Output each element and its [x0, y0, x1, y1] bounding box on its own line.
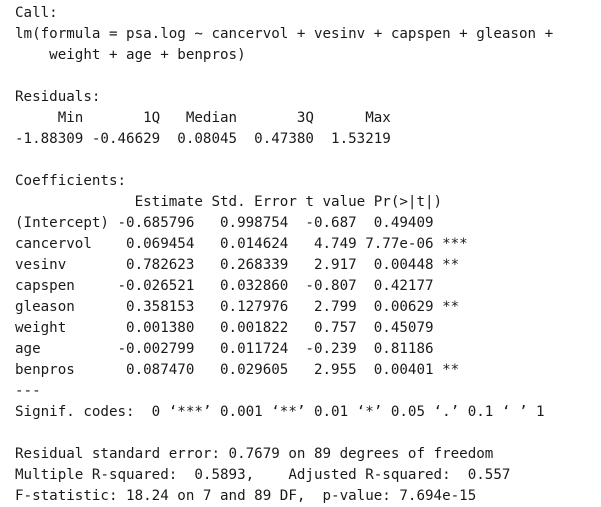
r-console-output: Call: lm(formula = psa.log ~ cancervol +… — [15, 3, 601, 507]
residuals-header: Min 1Q Median 3Q Max — [15, 110, 400, 126]
call-heading: Call: — [15, 5, 58, 21]
coefficient-row-capspen: capspen -0.026521 0.032860 -0.807 0.4217… — [15, 278, 468, 294]
residuals-heading: Residuals: — [15, 89, 101, 105]
r-squared-line: Multiple R-squared: 0.5893, Adjusted R-s… — [15, 467, 519, 483]
residual-standard-error: Residual standard error: 0.7679 on 89 de… — [15, 446, 494, 462]
residuals-values: -1.88309 -0.46629 0.08045 0.47380 1.5321… — [15, 131, 400, 147]
signif-codes-legend: Signif. codes: 0 ‘***’ 0.001 ‘**’ 0.01 ‘… — [15, 404, 545, 420]
coefficient-row-weight: weight 0.001380 0.001822 0.757 0.45079 — [15, 320, 468, 336]
f-statistic-line: F-statistic: 18.24 on 7 and 89 DF, p-val… — [15, 488, 477, 504]
coefficients-header: Estimate Std. Error t value Pr(>|t|) — [15, 194, 477, 210]
coefficient-row-intercept: (Intercept) -0.685796 0.998754 -0.687 0.… — [15, 215, 468, 231]
coefficient-row-cancervol: cancervol 0.069454 0.014624 4.749 7.77e-… — [15, 236, 468, 252]
call-formula-line-1: lm(formula = psa.log ~ cancervol + vesin… — [15, 26, 554, 42]
coefficient-row-gleason: gleason 0.358153 0.127976 2.799 0.00629 … — [15, 299, 468, 315]
coefficient-row-age: age -0.002799 0.011724 -0.239 0.81186 — [15, 341, 468, 357]
coefficient-row-benpros: benpros 0.087470 0.029605 2.955 0.00401 … — [15, 362, 468, 378]
call-formula-line-2: weight + age + benpros) — [15, 47, 246, 63]
coefficient-row-vesinv: vesinv 0.782623 0.268339 2.917 0.00448 *… — [15, 257, 468, 273]
coefficients-heading: Coefficients: — [15, 173, 127, 189]
separator-line: --- — [15, 383, 41, 399]
